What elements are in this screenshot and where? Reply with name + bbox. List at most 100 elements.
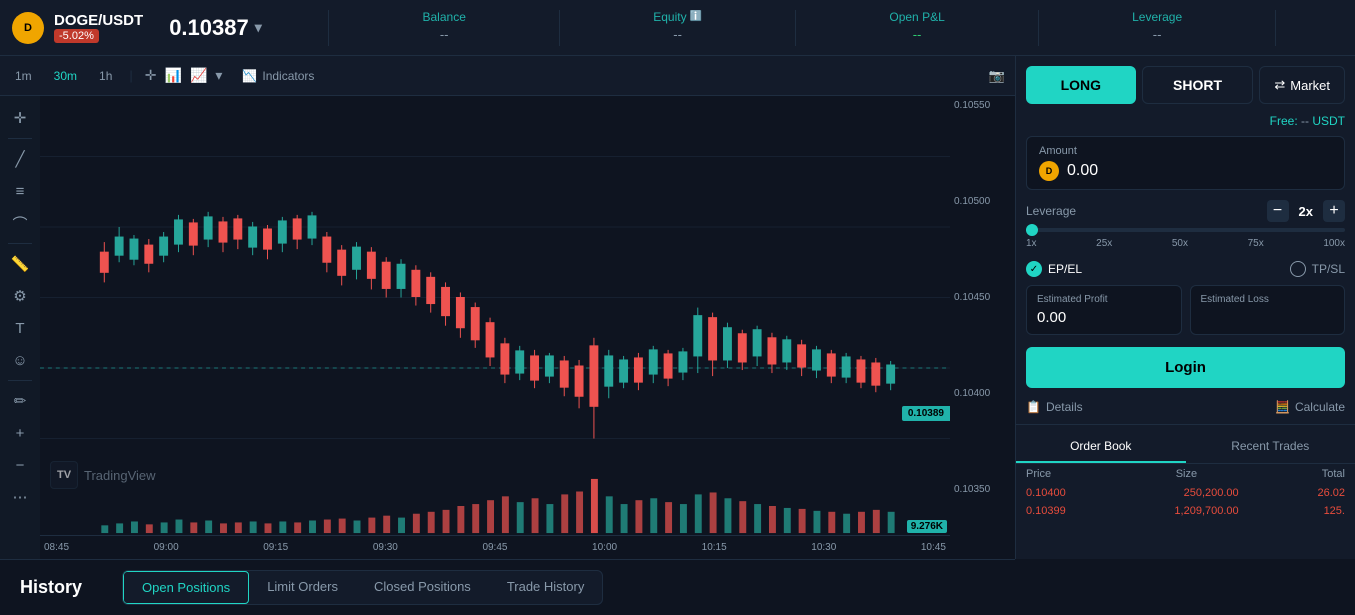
top-header: D DOGE/USDT -5.02% 0.10387 ▾ Balance -- … (0, 0, 1355, 56)
leverage-slider-labels: 1x 25x 50x 75x 100x (1026, 238, 1345, 249)
ep-check-icon: ✓ (1026, 261, 1042, 277)
estimated-profit-box[interactable]: Estimated Profit 0.00 (1026, 285, 1182, 335)
chart-icons: ✛ 📊 📈 ▾ (145, 67, 223, 84)
stat-sep-3 (795, 10, 796, 46)
calculate-label: Calculate (1295, 400, 1345, 414)
header-stats: Balance -- Equity ℹ️ -- Open P&L -- Leve… (282, 10, 1323, 46)
indicators-label: Indicators (262, 69, 314, 83)
pair-change: -5.02% (54, 29, 99, 43)
chart-canvas: ✛ ╱ ≡ ⌒ 📏 ⚙ T ☺ ✏ + − ⋯ .candl (0, 96, 1015, 559)
volume-badge: 9.276K (907, 520, 947, 533)
tab-recent-trades[interactable]: Recent Trades (1186, 431, 1355, 463)
line-chart-icon[interactable]: 📈 (190, 67, 207, 84)
line-tool[interactable]: ╱ (6, 145, 34, 173)
chart-type-dropdown[interactable]: ▾ (215, 67, 222, 84)
crosshair-tool[interactable]: ✛ (6, 104, 34, 132)
path-tool[interactable]: ⌒ (6, 209, 34, 237)
leverage-minus-btn[interactable]: − (1267, 200, 1289, 222)
ep-tp-row: ✓ EP/EL TP/SL (1016, 257, 1355, 281)
tp-sl-toggle[interactable]: TP/SL (1290, 261, 1345, 277)
market-button[interactable]: ⇄ Market (1259, 66, 1345, 104)
balance-value: -- (440, 27, 449, 42)
bar-chart-icon[interactable]: 📊 (165, 67, 182, 84)
amount-value: 0.00 (1067, 162, 1098, 180)
ob-col-total: Total (1322, 468, 1345, 480)
pair-logo: D (12, 12, 44, 44)
tf-1m[interactable]: 1m (10, 67, 37, 85)
pencil-tool[interactable]: ✏ (6, 387, 34, 415)
more-tools[interactable]: ⋯ (6, 483, 34, 511)
calculate-link[interactable]: 🧮 Calculate (1275, 400, 1345, 414)
indicators-button[interactable]: 📉 Indicators (242, 69, 314, 83)
stat-leverage: Leverage -- (1132, 10, 1182, 46)
lev-75x: 75x (1248, 238, 1264, 249)
estimated-loss-box[interactable]: Estimated Loss (1190, 285, 1346, 335)
stat-equity: Equity ℹ️ -- (653, 10, 702, 46)
lev-100x: 100x (1323, 238, 1345, 249)
time-label-6: 10:00 (592, 542, 617, 553)
tf-1h[interactable]: 1h (94, 67, 117, 85)
time-label-5: 09:45 (482, 542, 507, 553)
amount-field[interactable]: Amount D 0.00 (1026, 136, 1345, 190)
order-book-section: Order Book Recent Trades Price Size Tota… (1016, 431, 1355, 559)
tab-limit-orders[interactable]: Limit Orders (249, 571, 356, 604)
leverage-label-header: Leverage (1132, 10, 1182, 24)
horizontal-line-tool[interactable]: ≡ (6, 177, 34, 205)
candlestick-chart: .candle-bull { fill: #26a69a; stroke: #2… (40, 96, 950, 499)
tf-sep: | (129, 68, 132, 83)
details-link[interactable]: 📋 Details (1026, 400, 1083, 414)
open-pl-label: Open P&L (889, 10, 944, 24)
equity-info-icon: ℹ️ (690, 11, 702, 22)
crosshair-icon[interactable]: ✛ (145, 67, 157, 84)
pair-name: DOGE/USDT (54, 12, 143, 29)
main-area: 1m 30m 1h | ✛ 📊 📈 ▾ 📉 Indicators 📷 ✛ ╱ (0, 56, 1355, 559)
price-dropdown-icon[interactable]: ▾ (255, 19, 262, 36)
pair-name-wrap: DOGE/USDT -5.02% (54, 12, 143, 43)
time-axis: 08:45 09:00 09:15 09:30 09:45 10:00 10:1… (40, 535, 950, 559)
settings-tool[interactable]: ⚙ (6, 282, 34, 310)
price-level-1: 0.10550 (954, 100, 1011, 111)
leverage-slider-track[interactable] (1026, 228, 1345, 232)
stat-sep-5 (1275, 10, 1276, 46)
ob-row-1: 0.10400 250,200.00 26.02 (1016, 484, 1355, 502)
ep-el-toggle[interactable]: ✓ EP/EL (1026, 261, 1082, 277)
measure-tool[interactable]: 📏 (6, 250, 34, 278)
tab-open-positions[interactable]: Open Positions (123, 571, 249, 604)
free-currency: USDT (1312, 114, 1345, 128)
emoji-tool[interactable]: ☺ (6, 346, 34, 374)
zoom-in-tool[interactable]: + (6, 419, 34, 447)
price-level-4: 0.10400 (954, 388, 1011, 399)
estimated-profit-value: 0.00 (1037, 309, 1171, 326)
leverage-value-header: -- (1153, 27, 1162, 42)
text-tool[interactable]: T (6, 314, 34, 342)
details-calculate-row: 📋 Details 🧮 Calculate (1016, 396, 1355, 418)
ob-row-2: 0.10399 1,209,700.00 125. (1016, 502, 1355, 520)
leverage-value-display: 2x (1299, 204, 1313, 219)
zoom-out-tool[interactable]: − (6, 451, 34, 479)
tab-closed-positions[interactable]: Closed Positions (356, 571, 489, 604)
calculate-icon: 🧮 (1275, 400, 1290, 414)
stat-open-pl: Open P&L -- (889, 10, 944, 46)
tab-order-book[interactable]: Order Book (1016, 431, 1186, 463)
short-button[interactable]: SHORT (1142, 66, 1254, 104)
leverage-row: Leverage − 2x + (1016, 194, 1355, 224)
camera-icon[interactable]: 📷 (989, 68, 1005, 84)
price-axis: 0.10550 0.10500 0.10450 0.10400 0.10350 (950, 96, 1015, 499)
long-button[interactable]: LONG (1026, 66, 1136, 104)
estimated-loss-label: Estimated Loss (1201, 294, 1335, 305)
balance-label: Balance (423, 10, 466, 24)
equity-value: -- (673, 27, 682, 42)
tool-sep-1 (8, 138, 32, 139)
tab-trade-history[interactable]: Trade History (489, 571, 603, 604)
leverage-plus-btn[interactable]: + (1323, 200, 1345, 222)
stat-balance: Balance -- (423, 10, 466, 46)
chart-toolbar: 1m 30m 1h | ✛ 📊 📈 ▾ 📉 Indicators 📷 (0, 56, 1015, 96)
open-pl-value: -- (913, 27, 922, 42)
tf-30m[interactable]: 30m (49, 67, 82, 85)
leverage-slider-thumb[interactable] (1026, 224, 1038, 236)
login-button[interactable]: Login (1026, 347, 1345, 388)
market-icon: ⇄ (1274, 77, 1285, 93)
time-label-1: 08:45 (44, 542, 69, 553)
ob-total-1: 26.02 (1239, 487, 1345, 499)
pair-info: D DOGE/USDT -5.02% 0.10387 ▾ (12, 12, 262, 44)
